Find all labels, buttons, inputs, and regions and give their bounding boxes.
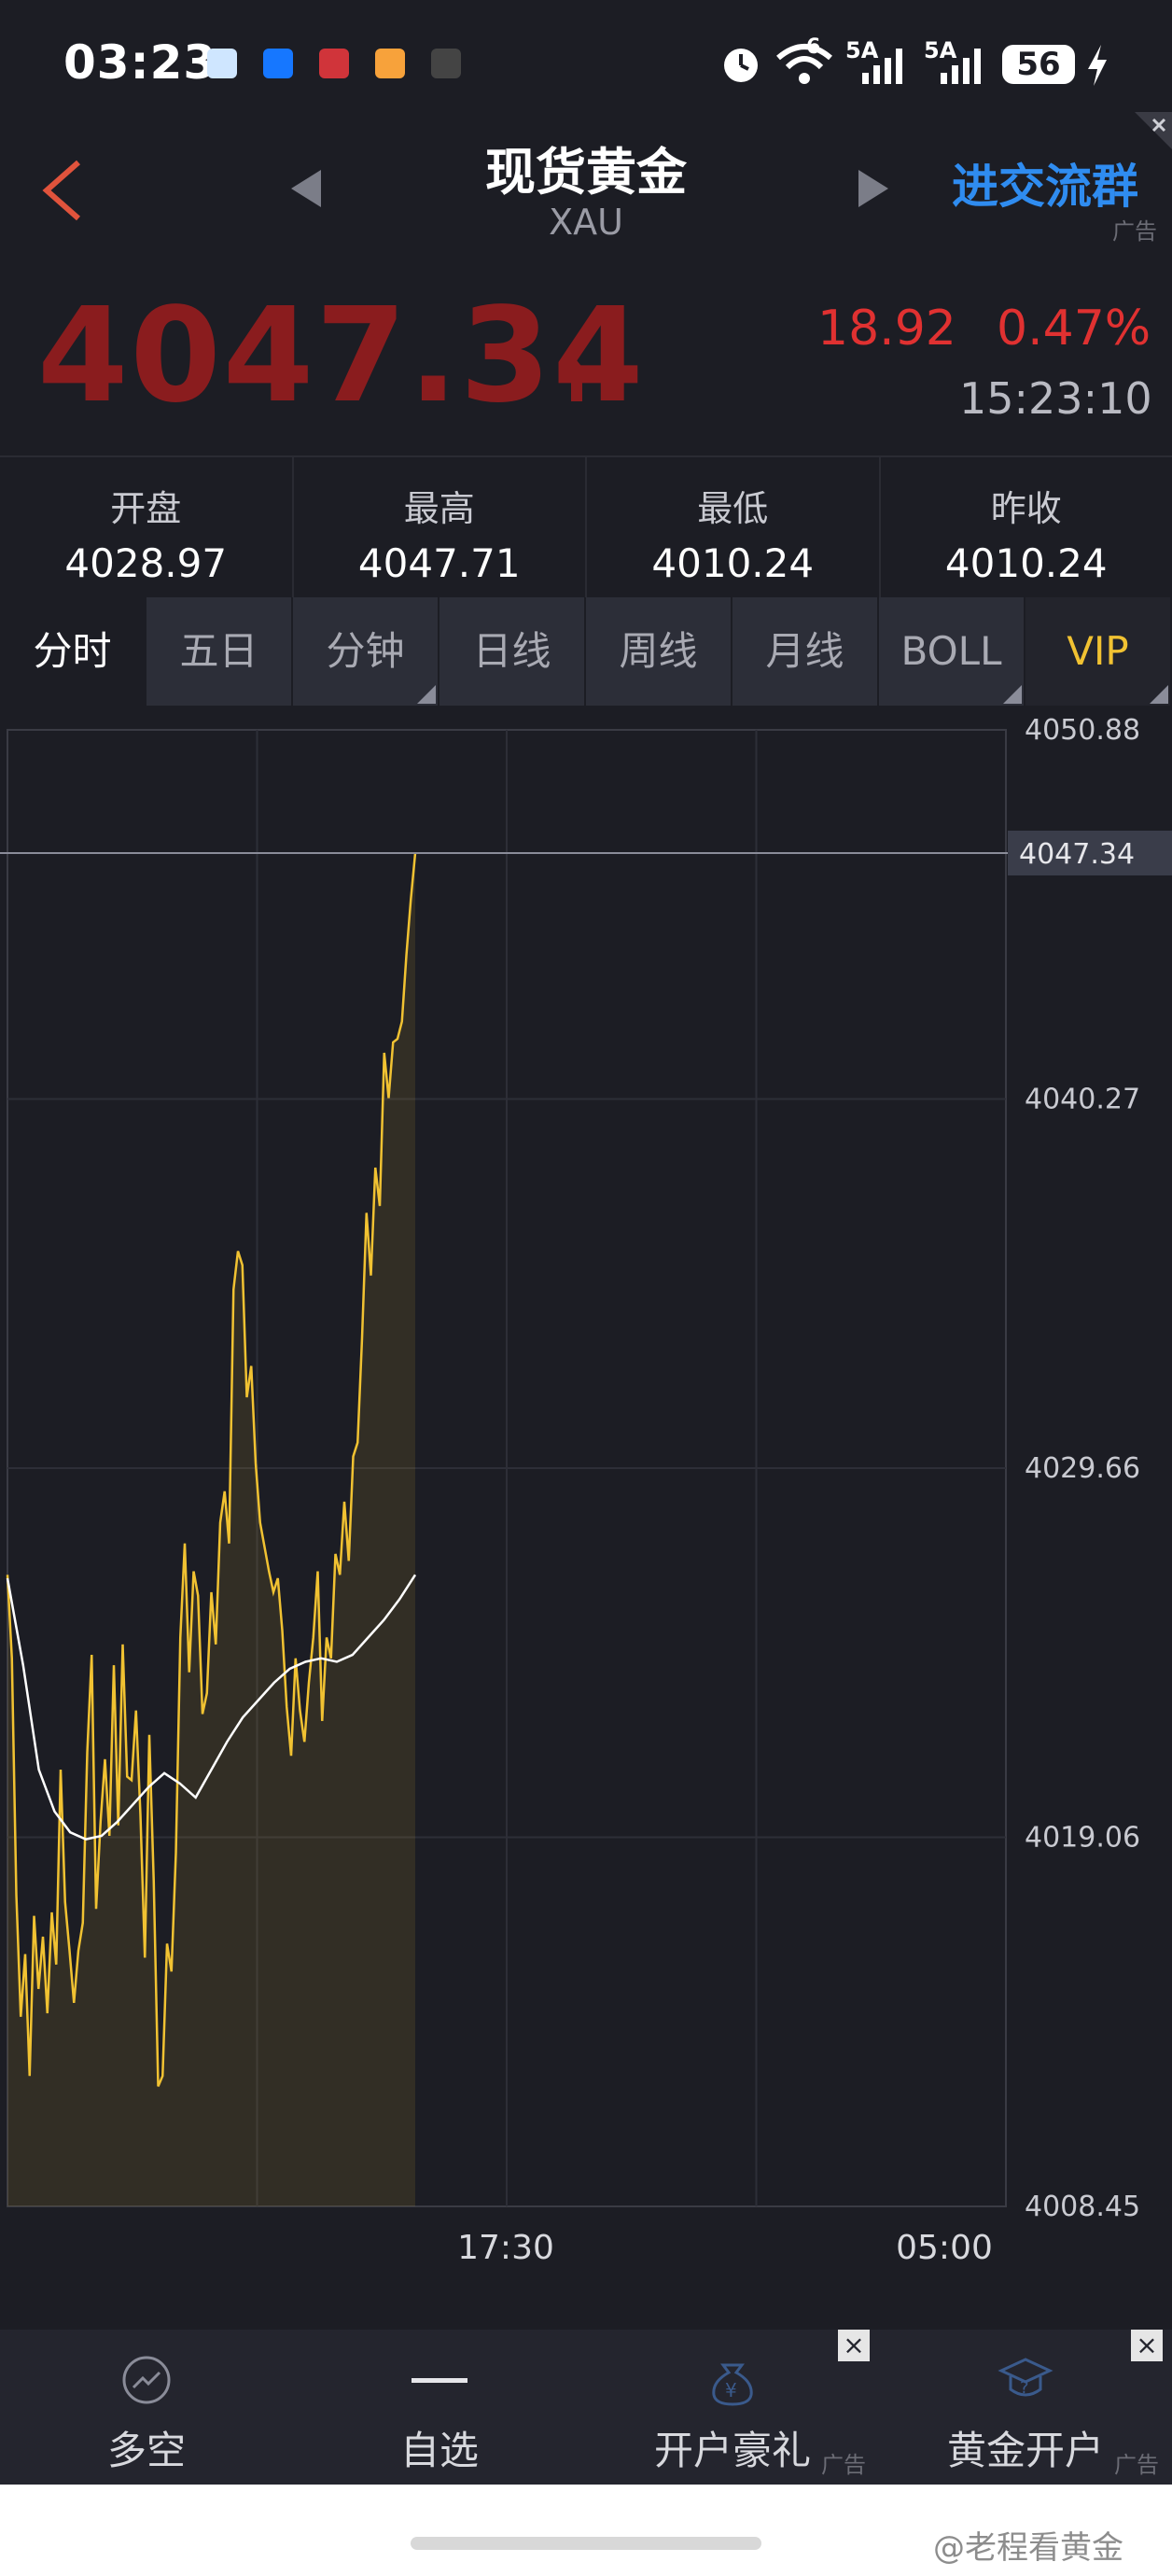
home-indicator[interactable] (411, 2537, 761, 2550)
nav-long-short[interactable]: 多空 (0, 2330, 293, 2485)
dropdown-corner-icon (1003, 685, 1022, 704)
close-ad-icon[interactable] (1135, 112, 1172, 149)
y-tick-label: 4029.66 (1025, 1452, 1140, 1485)
charging-icon (1088, 45, 1107, 86)
price-stats: 开盘 4028.97 最高 4047.71 最低 4010.24 昨收 4010… (0, 455, 1172, 599)
stat-prev-close: 昨收 4010.24 (881, 457, 1172, 597)
page-title: 现货黄金 (485, 143, 687, 202)
tab-daily[interactable]: 日线 (440, 597, 586, 706)
stat-open: 开盘 4028.97 (0, 457, 294, 597)
tab-five-day[interactable]: 五日 (146, 597, 293, 706)
tab-minute[interactable]: 分钟 (293, 597, 440, 706)
nav-gold-account[interactable]: × ? 黄金开户 广告 (879, 2330, 1172, 2485)
wifi-badge: 6 (806, 35, 821, 59)
close-ad-icon[interactable]: × (1131, 2330, 1163, 2361)
join-group-button[interactable]: 进交流群 (952, 149, 1138, 217)
dropdown-corner-icon (1150, 685, 1168, 704)
intraday-chart[interactable]: 4050.88 4040.27 4029.66 4019.06 4008.45 17:3… (0, 709, 1172, 2277)
x-tick-label: 17:30 (457, 2229, 554, 2267)
chart-period-tabs: 分时 五日 分钟 日线 周线 月线 BOLL VIP (0, 597, 1172, 706)
stat-label: 昨收 (990, 488, 1062, 529)
signal-icon (862, 49, 902, 84)
tab-label: BOLL (900, 628, 1002, 674)
svg-text:?: ? (1020, 2378, 1029, 2398)
symbol-code: XAU (549, 202, 623, 243)
signal-icon (941, 49, 981, 84)
alarm-icon (724, 49, 758, 82)
stat-low: 最低 4010.24 (587, 457, 881, 597)
graduation-cap-icon: ? (998, 2358, 1053, 2398)
next-symbol-icon[interactable] (855, 168, 892, 209)
stat-label: 开盘 (110, 488, 182, 529)
quote-time: 15:23:10 (959, 373, 1152, 424)
y-tick-label: 4008.45 (1025, 2191, 1140, 2223)
y-axis-ticks: 4050.88 4040.27 4029.66 4019.06 4008.45 (1025, 714, 1140, 2223)
stat-value: 4028.97 (64, 540, 228, 586)
watchlist-dash-icon (412, 2378, 467, 2383)
tab-boll[interactable]: BOLL (879, 597, 1026, 706)
ad-label: 广告 (821, 2452, 866, 2478)
price-area-fill (7, 852, 415, 2206)
price-up-arrow-icon (562, 360, 592, 401)
current-price-label: 4047.34 (1019, 838, 1135, 871)
trend-icon (122, 2356, 171, 2404)
nav-account-gift[interactable]: × ¥ 开户豪礼 广告 (586, 2330, 879, 2485)
x-tick-label: 05:00 (896, 2229, 993, 2267)
tab-intraday[interactable]: 分时 (0, 597, 146, 706)
y-tick-label: 4040.27 (1025, 1084, 1140, 1116)
ad-label: 广告 (1112, 218, 1157, 245)
stat-label: 最高 (403, 488, 475, 529)
y-tick-label: 4050.88 (1025, 714, 1140, 747)
notification-app-icon (207, 49, 237, 78)
tab-vip[interactable]: VIP (1026, 597, 1172, 706)
notification-app-icon (319, 49, 349, 78)
stat-label: 最低 (697, 488, 769, 529)
bottom-nav: 多空 自选 × ¥ 开户豪礼 广告 × ? 黄金开户 广告 (0, 2330, 1172, 2485)
battery-indicator: 56 (1002, 45, 1075, 84)
close-ad-icon[interactable]: × (838, 2330, 870, 2361)
nav-label: 多空 (106, 2428, 186, 2473)
x-axis-ticks: 17:30 05:00 (457, 2229, 993, 2267)
wifi-icon (776, 44, 832, 84)
stat-value: 4047.71 (357, 540, 521, 586)
tab-monthly[interactable]: 月线 (732, 597, 879, 706)
stat-value: 4010.24 (651, 540, 815, 586)
back-arrow-icon[interactable] (37, 157, 93, 222)
tab-weekly[interactable]: 周线 (586, 597, 732, 706)
y-tick-label: 4019.06 (1025, 1822, 1140, 1855)
weibo-icon (375, 49, 405, 78)
stat-value: 4010.24 (944, 540, 1108, 586)
price-change: 18.92 (817, 301, 956, 357)
alipay-icon (263, 49, 293, 78)
ad-label: 广告 (1114, 2452, 1159, 2478)
status-bar: 03:23 6 5A 5A 56 (0, 0, 1172, 131)
price-change-percent: 0.47% (997, 301, 1151, 357)
dropdown-corner-icon (417, 685, 436, 704)
money-bag-icon: ¥ (712, 2363, 753, 2406)
previous-symbol-icon[interactable] (287, 168, 325, 209)
nav-watchlist[interactable]: 自选 (293, 2330, 586, 2485)
watermark: @老程看黄金 (933, 2529, 1123, 2567)
tab-label: 分钟 (326, 628, 405, 674)
notification-app-icon (431, 49, 461, 78)
svg-text:¥: ¥ (725, 2379, 737, 2401)
current-price: 4047.34 (37, 280, 646, 432)
tab-label: VIP (1067, 628, 1129, 674)
status-time: 03:23 (63, 35, 217, 90)
stat-high: 最高 4047.71 (294, 457, 587, 597)
chart-grid (7, 729, 1007, 2207)
nav-label: 自选 (399, 2428, 479, 2473)
